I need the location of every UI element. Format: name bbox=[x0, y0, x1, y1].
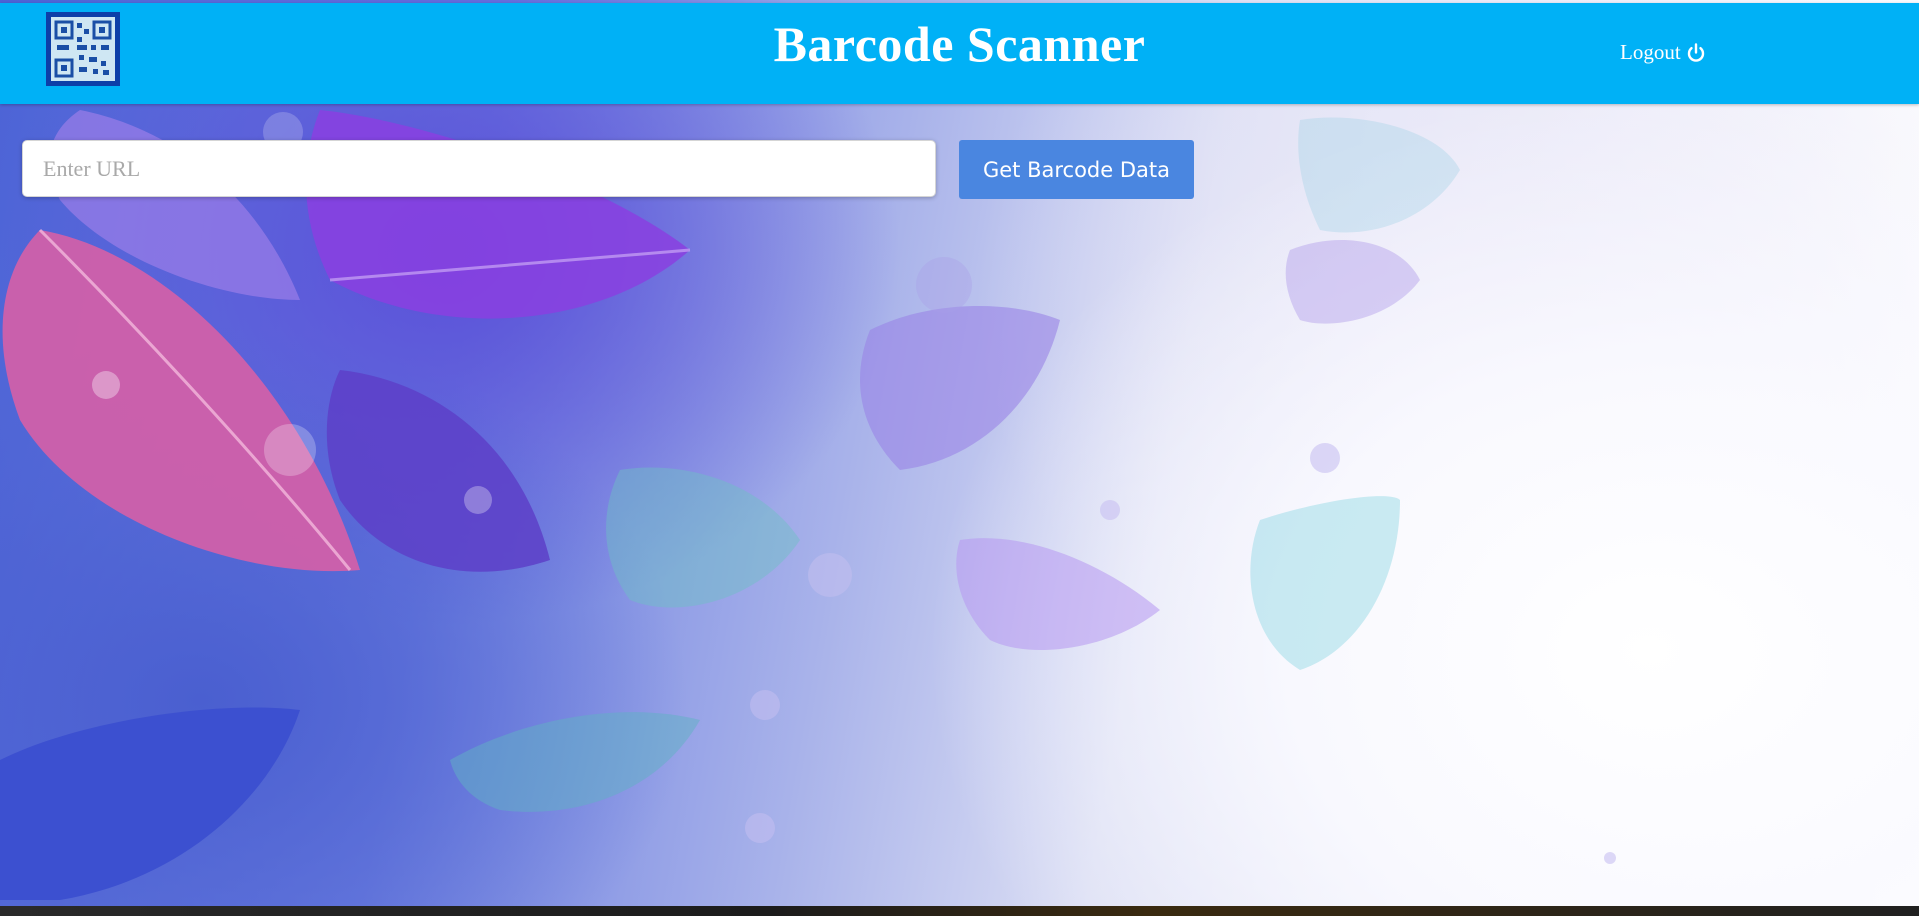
logout-label: Logout bbox=[1620, 40, 1681, 64]
get-barcode-data-button[interactable]: Get Barcode Data bbox=[959, 140, 1194, 199]
power-icon bbox=[1685, 42, 1707, 64]
top-header-bar: Barcode Scanner Logout bbox=[0, 3, 1919, 104]
leaves-illustration bbox=[0, 110, 1616, 900]
logout-button[interactable]: Logout bbox=[1620, 40, 1707, 65]
background-leaves-artwork bbox=[0, 0, 1919, 906]
url-input[interactable] bbox=[22, 140, 936, 197]
bottom-edge-strip bbox=[0, 906, 1919, 916]
